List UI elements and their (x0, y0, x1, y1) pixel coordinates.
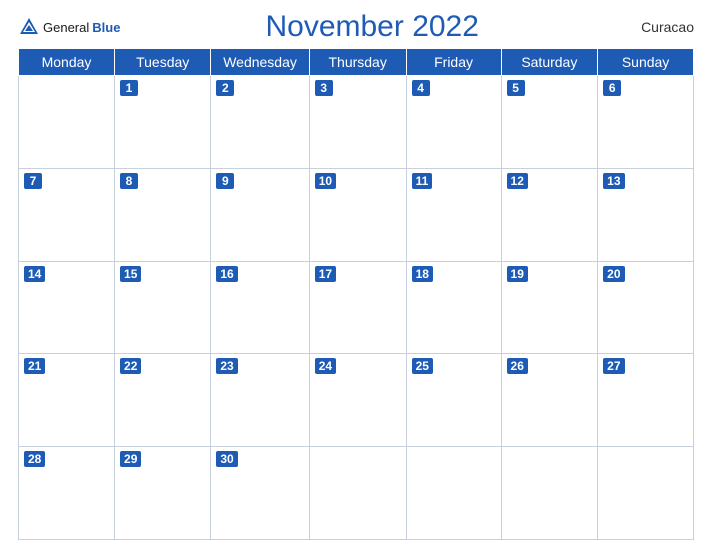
calendar-cell: 22 (115, 354, 211, 447)
calendar-title-area: November 2022 (265, 10, 478, 44)
day-number: 12 (507, 173, 528, 189)
calendar-title: November 2022 (265, 10, 478, 43)
day-number: 20 (603, 266, 624, 282)
calendar-week-row: 7 8 9 10 11 12 13 (19, 168, 694, 261)
calendar-cell: 11 (406, 168, 501, 261)
day-number: 6 (603, 80, 621, 96)
calendar-cell: 16 (211, 261, 309, 354)
calendar-cell: 15 (115, 261, 211, 354)
calendar-cell: 24 (309, 354, 406, 447)
calendar-week-row: 21 22 23 24 25 26 27 (19, 354, 694, 447)
day-number: 2 (216, 80, 234, 96)
calendar-cell: 3 (309, 76, 406, 169)
calendar-week-row: 1 2 3 4 5 6 (19, 76, 694, 169)
day-number: 9 (216, 173, 234, 189)
day-number: 16 (216, 266, 237, 282)
weekday-header-wednesday: Wednesday (211, 49, 309, 76)
day-number: 29 (120, 451, 141, 467)
weekday-header-saturday: Saturday (501, 49, 598, 76)
weekday-header-monday: Monday (19, 49, 115, 76)
calendar-cell: 1 (115, 76, 211, 169)
day-number: 23 (216, 358, 237, 374)
day-number: 8 (120, 173, 138, 189)
day-number: 22 (120, 358, 141, 374)
calendar-cell: 19 (501, 261, 598, 354)
logo: General Blue (18, 16, 120, 38)
calendar-cell: 28 (19, 447, 115, 540)
calendar-cell: 4 (406, 76, 501, 169)
calendar-cell: 10 (309, 168, 406, 261)
day-number: 26 (507, 358, 528, 374)
day-number: 10 (315, 173, 336, 189)
day-number: 5 (507, 80, 525, 96)
day-number: 11 (412, 173, 433, 189)
calendar-cell: 23 (211, 354, 309, 447)
logo-blue-text: Blue (92, 20, 120, 35)
calendar-cell: 17 (309, 261, 406, 354)
calendar-cell (19, 76, 115, 169)
day-number: 4 (412, 80, 430, 96)
weekday-header-sunday: Sunday (598, 49, 694, 76)
calendar-cell: 2 (211, 76, 309, 169)
calendar-cell: 5 (501, 76, 598, 169)
calendar-cell: 27 (598, 354, 694, 447)
day-number: 13 (603, 173, 624, 189)
calendar-cell: 12 (501, 168, 598, 261)
weekday-header-tuesday: Tuesday (115, 49, 211, 76)
day-number: 14 (24, 266, 45, 282)
day-number: 1 (120, 80, 138, 96)
calendar-table: MondayTuesdayWednesdayThursdayFridaySatu… (18, 48, 694, 540)
day-number: 27 (603, 358, 624, 374)
day-number: 19 (507, 266, 528, 282)
calendar-header: General Blue November 2022 Curacao (18, 10, 694, 44)
day-number: 18 (412, 266, 433, 282)
calendar-cell: 6 (598, 76, 694, 169)
calendar-cell (501, 447, 598, 540)
calendar-cell: 21 (19, 354, 115, 447)
calendar-cell (598, 447, 694, 540)
calendar-week-row: 14 15 16 17 18 19 20 (19, 261, 694, 354)
weekday-header-friday: Friday (406, 49, 501, 76)
day-number: 28 (24, 451, 45, 467)
logo-general-text: General (43, 20, 89, 35)
calendar-cell: 13 (598, 168, 694, 261)
calendar-cell: 9 (211, 168, 309, 261)
day-number: 21 (24, 358, 45, 374)
calendar-cell: 30 (211, 447, 309, 540)
logo-icon (18, 16, 40, 38)
calendar-week-row: 28 29 30 (19, 447, 694, 540)
calendar-cell: 29 (115, 447, 211, 540)
day-number: 17 (315, 266, 336, 282)
calendar-cell: 14 (19, 261, 115, 354)
calendar-cell: 7 (19, 168, 115, 261)
weekday-header-row: MondayTuesdayWednesdayThursdayFridaySatu… (19, 49, 694, 76)
day-number: 24 (315, 358, 336, 374)
calendar-cell (406, 447, 501, 540)
day-number: 7 (24, 173, 42, 189)
day-number: 30 (216, 451, 237, 467)
calendar-cell: 25 (406, 354, 501, 447)
calendar-cell: 8 (115, 168, 211, 261)
day-number: 25 (412, 358, 433, 374)
weekday-header-thursday: Thursday (309, 49, 406, 76)
country-label: Curacao (624, 19, 694, 35)
day-number: 15 (120, 266, 141, 282)
day-number: 3 (315, 80, 333, 96)
calendar-cell: 20 (598, 261, 694, 354)
calendar-cell (309, 447, 406, 540)
calendar-cell: 18 (406, 261, 501, 354)
calendar-cell: 26 (501, 354, 598, 447)
